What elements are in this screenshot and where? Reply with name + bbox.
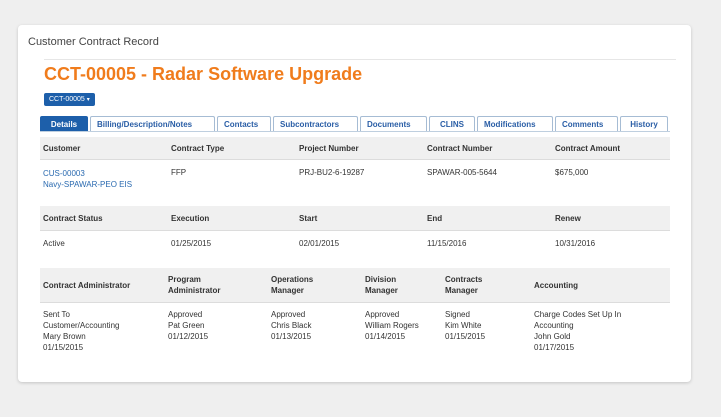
- project-number-value: PRJ-BU2-6-19287: [299, 168, 365, 177]
- end-value: 11/15/2016: [427, 239, 467, 248]
- col-start: Start: [299, 213, 318, 223]
- contract-dates-header: Contract Status Execution Start End Rene…: [40, 206, 670, 231]
- tab-bar: Details Billing/Description/Notes Contac…: [40, 116, 670, 132]
- contract-amount-value: $675,000: [555, 168, 589, 177]
- col-end: End: [427, 213, 443, 223]
- tab-billing[interactable]: Billing/Description/Notes: [90, 116, 215, 131]
- chevron-down-icon: ▾: [86, 97, 90, 103]
- tab-documents[interactable]: Documents: [360, 116, 427, 131]
- col-contract-status: Contract Status: [43, 213, 103, 223]
- tab-clins[interactable]: CLINS: [429, 116, 475, 131]
- contract-info-header: Customer Contract Type Project Number Co…: [40, 137, 670, 160]
- approvals-grid: Contract Administrator Program Administr…: [40, 268, 670, 353]
- col-renew: Renew: [555, 213, 581, 223]
- record-dropdown-label: CCT-00005: [49, 96, 85, 103]
- contracts-manager-value: Signed Kim White 01/15/2015: [445, 310, 486, 341]
- program-administrator-value: Approved Pat Green 01/12/2015: [168, 310, 209, 341]
- record-label: Customer Contract Record: [28, 36, 159, 48]
- col-contract-number: Contract Number: [427, 143, 493, 153]
- col-contracts-manager: Contracts Manager: [445, 275, 483, 295]
- accounting-value: Charge Codes Set Up In Accounting John G…: [534, 310, 622, 352]
- col-program-administrator: Program Administrator: [168, 275, 221, 295]
- contract-status-value: Active: [43, 239, 65, 248]
- tab-subcontractors[interactable]: Subcontractors: [273, 116, 358, 131]
- col-accounting: Accounting: [534, 280, 578, 290]
- table-row: Sent To Customer/Accounting Mary Brown 0…: [40, 303, 670, 353]
- col-division-manager: Division Manager: [365, 275, 398, 295]
- contract-info-grid: Customer Contract Type Project Number Co…: [40, 137, 670, 200]
- contract-number-value: SPAWAR-005-5644: [427, 168, 497, 177]
- execution-value: 01/25/2015: [171, 239, 212, 248]
- renew-value: 10/31/2016: [555, 239, 596, 248]
- page-title: CCT-00005 - Radar Software Upgrade: [44, 64, 363, 84]
- start-value: 02/01/2015: [299, 239, 340, 248]
- header-divider: [44, 59, 676, 60]
- operations-manager-value: Approved Chris Black 01/13/2015: [271, 310, 312, 341]
- customer-cell: CUS-00003 Navy-SPAWAR-PEO EIS: [40, 168, 168, 200]
- col-contract-amount: Contract Amount: [555, 143, 621, 153]
- contract-dates-grid: Contract Status Execution Start End Rene…: [40, 206, 670, 248]
- col-contract-administrator: Contract Administrator: [43, 280, 131, 290]
- col-project-number: Project Number: [299, 143, 359, 153]
- tab-contacts[interactable]: Contacts: [217, 116, 271, 131]
- contract-administrator-value: Sent To Customer/Accounting Mary Brown 0…: [43, 310, 120, 352]
- col-contract-type: Contract Type: [171, 143, 225, 153]
- table-row: Active 01/25/2015 02/01/2015 11/15/2016 …: [40, 231, 670, 248]
- tab-modifications[interactable]: Modifications: [477, 116, 553, 131]
- contract-type-value: FFP: [171, 168, 187, 177]
- col-customer: Customer: [43, 143, 81, 153]
- table-row: CUS-00003 Navy-SPAWAR-PEO EIS FFP PRJ-BU…: [40, 160, 670, 200]
- col-operations-manager: Operations Manager: [271, 275, 314, 295]
- tab-comments[interactable]: Comments: [555, 116, 618, 131]
- tab-details[interactable]: Details: [40, 116, 88, 131]
- tab-history[interactable]: History: [620, 116, 668, 131]
- customer-name-link[interactable]: Navy-SPAWAR-PEO EIS: [43, 179, 168, 190]
- approvals-header: Contract Administrator Program Administr…: [40, 268, 670, 303]
- customer-id-link[interactable]: CUS-00003: [43, 168, 168, 179]
- col-execution: Execution: [171, 213, 210, 223]
- contract-record-card: Customer Contract Record CCT-00005 - Rad…: [18, 25, 691, 382]
- record-dropdown-button[interactable]: CCT-00005 ▾: [44, 93, 95, 106]
- division-manager-value: Approved William Rogers 01/14/2015: [365, 310, 419, 341]
- tab-underline: [40, 131, 670, 132]
